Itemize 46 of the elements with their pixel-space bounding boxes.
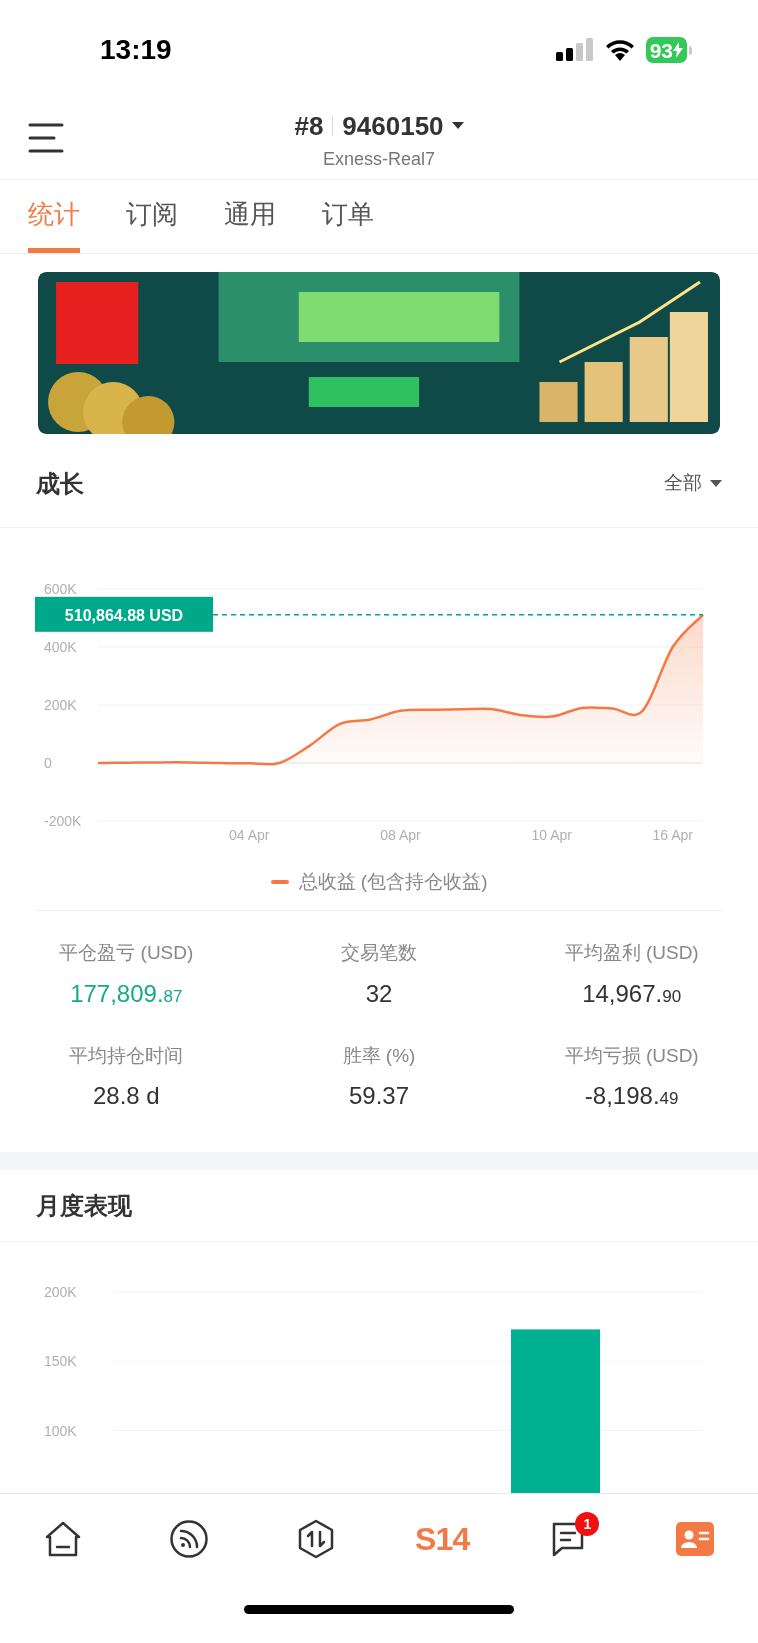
stat-value: -8,198.49 [584, 1081, 679, 1111]
status-time: 13:19 [100, 33, 172, 67]
axis-label: 10 Apr [531, 827, 572, 843]
stat-label: 平均亏损 (USD) [564, 1043, 699, 1068]
caret-icon [710, 479, 722, 488]
signal-icon [555, 38, 594, 62]
stat-label: 平均持仓时间 [69, 1043, 184, 1068]
server-name: Exness-Real7 [322, 147, 436, 171]
value-tag-text: 510,864.88 USD [64, 606, 184, 624]
tab[interactable]: 通用 [224, 195, 276, 253]
stat-value: 177,809.87 [70, 978, 183, 1009]
profile-card-icon[interactable] [675, 1522, 714, 1556]
notification-badge: 1 [575, 1512, 600, 1536]
axis-label: 200K [44, 697, 77, 713]
axis-label: 150K [44, 1353, 77, 1370]
section-title: 月度表现 [36, 1190, 132, 1221]
trade-icon[interactable] [296, 1519, 335, 1559]
axis-label: 04 Apr [229, 827, 270, 843]
stat-value: 59.37 [348, 1081, 409, 1111]
account-number: 9460150 [342, 109, 444, 143]
legend-label: 总收益 (包含持仓收益) [298, 869, 488, 894]
axis-label: 08 Apr [380, 827, 421, 843]
caret-icon [451, 122, 464, 130]
stat-label: 平均盈利 (USD) [564, 941, 699, 965]
stat-label: 交易笔数 [341, 941, 417, 965]
battery-indicator: 93 [645, 37, 692, 63]
axis-label: 600K [44, 581, 77, 597]
tab[interactable]: 订阅 [126, 195, 178, 253]
stat-value: 14,967.90 [582, 978, 682, 1009]
account-index: #8 [294, 109, 324, 143]
feed-icon[interactable] [169, 1519, 210, 1559]
stat-label: 胜率 (%) [342, 1043, 416, 1068]
stat-label: 平仓盈亏 (USD) [59, 941, 194, 965]
axis-label: 100K [44, 1422, 77, 1439]
legend-swatch [270, 880, 289, 884]
axis-label: 400K [44, 639, 77, 655]
axis-label: -200K [44, 813, 82, 829]
stat-value: 32 [365, 978, 393, 1009]
axis-label: 0 [44, 755, 52, 771]
stat-value: 28.8 d [92, 1081, 160, 1111]
tab[interactable]: 订单 [322, 195, 374, 253]
account-selector[interactable]: #8 9460150 [294, 106, 464, 146]
range-dropdown[interactable]: 全部 [664, 469, 722, 498]
axis-label: 200K [44, 1284, 77, 1300]
section-title: 成长 [36, 468, 84, 499]
axis-label: 16 Apr [652, 827, 693, 843]
